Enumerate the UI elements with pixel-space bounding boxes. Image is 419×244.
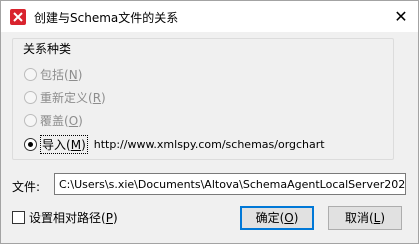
- radio-circle: [24, 113, 37, 127]
- radio-redefine-key: R: [92, 90, 102, 105]
- radio-include-label: 包括: [40, 67, 65, 82]
- relative-path-key: P: [105, 211, 113, 225]
- relationship-type-legend: 关系种类: [21, 40, 74, 57]
- radio-import[interactable]: 导入(M) http://www.xmlspy.com/schemas/orgc…: [24, 134, 325, 154]
- relative-path-checkbox[interactable]: 设置相对路径(P): [12, 209, 118, 226]
- file-path-value: C:\Users\s.xie\Documents\Altova\SchemaAg…: [59, 178, 406, 191]
- relative-path-label: 设置相对路径: [29, 211, 102, 225]
- file-path-field[interactable]: C:\Users\s.xie\Documents\Altova\SchemaAg…: [54, 173, 406, 195]
- checkbox-box: [12, 211, 25, 224]
- ok-button-key: O: [284, 211, 294, 225]
- radio-include-key: N: [68, 67, 78, 82]
- radio-override-label: 覆盖: [40, 113, 65, 128]
- cancel-button[interactable]: 取消(L): [328, 206, 402, 230]
- file-label: 文件:: [12, 180, 41, 194]
- radio-import-key: M: [70, 137, 82, 152]
- cancel-button-label: 取消: [344, 211, 369, 225]
- title-bar: 创建与Schema文件的关系 ✕: [1, 1, 418, 32]
- radio-circle: [24, 90, 37, 104]
- radio-import-label: 导入: [42, 137, 67, 152]
- radio-override[interactable]: 覆盖(O): [24, 112, 83, 128]
- radio-circle-selected: [24, 137, 37, 151]
- radio-include[interactable]: 包括(N): [24, 66, 82, 82]
- close-icon: ✕: [394, 7, 408, 26]
- import-namespace-url: http://www.xmlspy.com/schemas/orgchart: [93, 137, 325, 151]
- altova-app-icon: [10, 9, 26, 25]
- radio-override-key: O: [68, 113, 79, 128]
- ok-button[interactable]: 确定(O): [240, 206, 314, 230]
- radio-redefine-label: 重新定义: [40, 90, 89, 105]
- cancel-button-key: L: [373, 211, 381, 225]
- radio-circle: [24, 67, 37, 81]
- ok-button-label: 确定: [255, 211, 280, 225]
- radio-redefine[interactable]: 重新定义(R): [24, 89, 106, 105]
- close-button[interactable]: ✕: [390, 7, 412, 27]
- dialog-title: 创建与Schema文件的关系: [34, 11, 179, 25]
